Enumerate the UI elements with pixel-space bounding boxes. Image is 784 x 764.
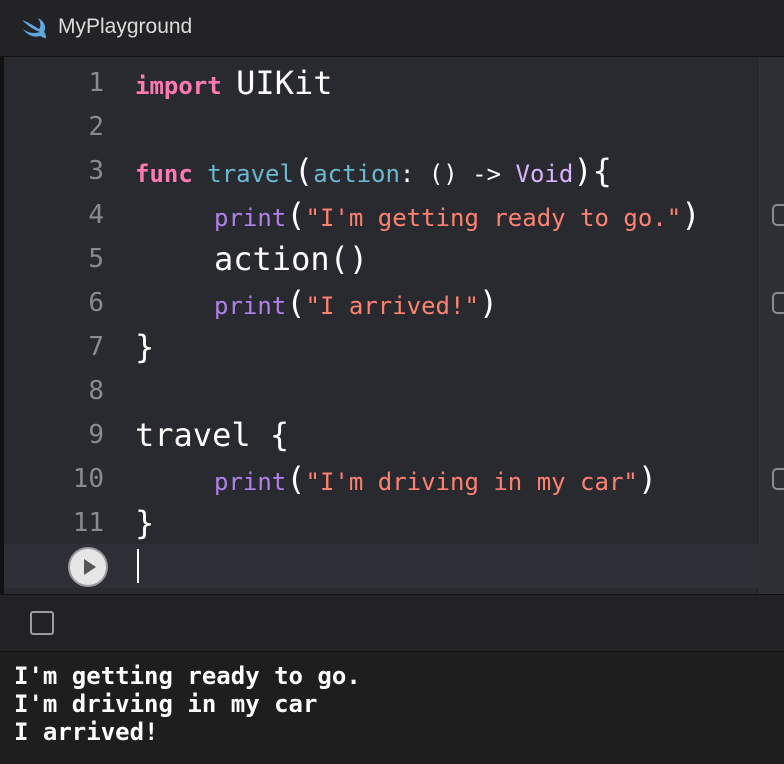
- paren: (: [286, 460, 306, 498]
- code-line: 10 print("I'm driving in my car"): [4, 457, 784, 501]
- result-marker-icon[interactable]: [772, 292, 784, 314]
- line-number: 7: [88, 332, 104, 362]
- result-marker-icon[interactable]: [772, 204, 784, 226]
- swift-icon: [22, 18, 46, 39]
- code-text: print("I arrived!"): [214, 281, 498, 328]
- line-number: 10: [72, 464, 104, 494]
- line-number: 6: [88, 288, 104, 318]
- code-text: }: [135, 325, 154, 372]
- paren: (: [293, 152, 314, 190]
- code-line: 6 print("I arrived!"): [4, 281, 784, 325]
- line-number: 4: [88, 200, 104, 230]
- debug-bar: [0, 594, 784, 652]
- colon: :: [399, 160, 415, 188]
- code-line: 5 action(): [4, 237, 784, 281]
- identifier: UIKit: [236, 64, 333, 102]
- code-text: print("I'm getting ready to go."): [214, 193, 700, 240]
- code-text: print("I'm driving in my car"): [214, 457, 657, 504]
- paren: (: [286, 284, 306, 322]
- brace: }: [135, 504, 155, 542]
- text-cursor: [137, 549, 139, 583]
- print-call: print: [214, 292, 287, 320]
- call-expression: travel {: [135, 416, 290, 454]
- code-line: 11 }: [4, 501, 784, 545]
- console-line: I'm getting ready to go.: [14, 662, 361, 690]
- arrow: () ->: [428, 160, 502, 188]
- code-line: 4 print("I'm getting ready to go."): [4, 193, 784, 237]
- parameter: action: [313, 160, 400, 188]
- paren: ): [478, 284, 499, 322]
- code-text: func travel(action: () -> Void){: [135, 149, 612, 196]
- code-text: import UIKit: [135, 61, 332, 108]
- run-button[interactable]: [70, 549, 106, 585]
- code-line: 3 func travel(action: () -> Void){: [4, 149, 784, 193]
- console-line: I'm driving in my car: [14, 690, 318, 718]
- result-marker-icon[interactable]: [772, 468, 784, 490]
- paren: ): [681, 196, 701, 234]
- line-number: 5: [88, 244, 104, 274]
- line-number: 8: [88, 376, 104, 406]
- print-call: print: [214, 204, 287, 232]
- code-line: 1 import UIKit: [4, 61, 784, 105]
- code-text: }: [135, 501, 154, 548]
- string-literal: "I arrived!": [305, 292, 479, 320]
- console-line: I arrived!: [14, 718, 159, 746]
- line-number: 3: [88, 156, 104, 186]
- paren: ): [637, 460, 658, 498]
- code-text: travel {: [135, 413, 289, 460]
- window-title: MyPlayground: [58, 15, 193, 38]
- line-number: 11: [72, 508, 104, 538]
- brace: ){: [573, 152, 612, 190]
- paren: (: [286, 196, 306, 234]
- current-line-highlight: [4, 544, 759, 588]
- line-number: 9: [88, 420, 104, 450]
- line-number: 1: [88, 68, 104, 98]
- function-name: travel: [207, 160, 294, 188]
- code-line: 7 }: [4, 325, 784, 369]
- call-expression: action(): [214, 240, 369, 278]
- brace: }: [135, 328, 155, 366]
- code-editor[interactable]: 1 import UIKit 2 3 func travel(action: (…: [0, 57, 784, 594]
- string-literal: "I'm getting ready to go.": [305, 204, 682, 232]
- code-line: 9 travel {: [4, 413, 784, 457]
- type-name: Void: [515, 160, 574, 188]
- console-output: I'm getting ready to go. I'm driving in …: [0, 652, 784, 764]
- code-line: 2: [4, 105, 784, 149]
- string-literal: "I'm driving in my car": [305, 468, 638, 496]
- code-text: action(): [214, 237, 368, 284]
- print-call: print: [214, 468, 287, 496]
- title-bar: MyPlayground: [0, 0, 784, 57]
- checkbox-icon[interactable]: [30, 611, 54, 635]
- keyword: import: [135, 72, 222, 100]
- keyword: func: [135, 160, 193, 188]
- line-number: 2: [88, 112, 104, 142]
- code-line: 8: [4, 369, 784, 413]
